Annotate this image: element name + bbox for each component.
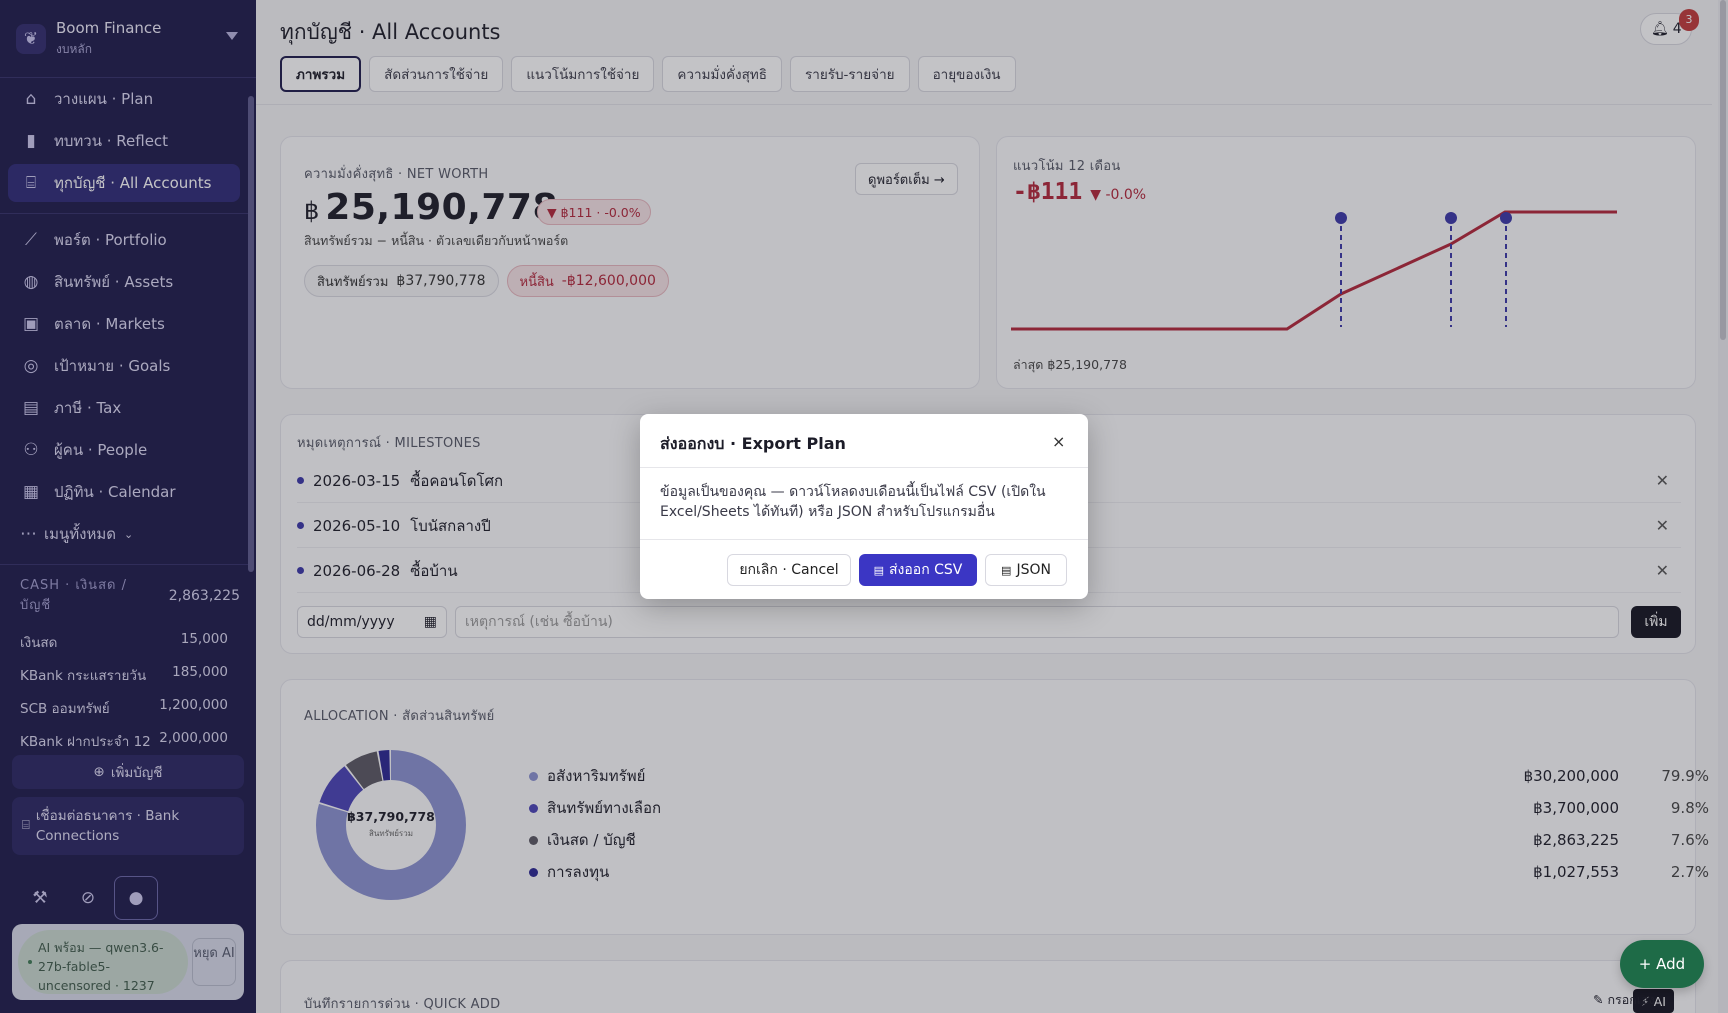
cancel-button[interactable]: ยกเลิก · Cancel [727,554,851,586]
export-json-label: JSON [1016,562,1051,578]
dialog-divider [640,467,1088,468]
file-icon: ▤ [873,563,885,577]
export-plan-dialog: ส่งออกงบ · Export Plan × ข้อมูลเป็นของคุ… [640,414,1088,599]
export-json-button[interactable]: ▤ JSON [985,554,1067,586]
dialog-body: ข้อมูลเป็นของคุณ — ดาวน์โหลดงบเดือนนี้เป… [660,484,1046,520]
close-icon[interactable]: × [1052,432,1065,451]
dialog-divider [640,539,1088,540]
add-fab-button[interactable]: + Add [1620,940,1704,988]
export-csv-button[interactable]: ▤ ส่งออก CSV [859,554,977,586]
dialog-title: ส่งออกงบ · Export Plan [660,434,846,453]
file-icon: ▤ [1001,563,1012,577]
export-csv-label: ส่งออก CSV [889,562,963,578]
